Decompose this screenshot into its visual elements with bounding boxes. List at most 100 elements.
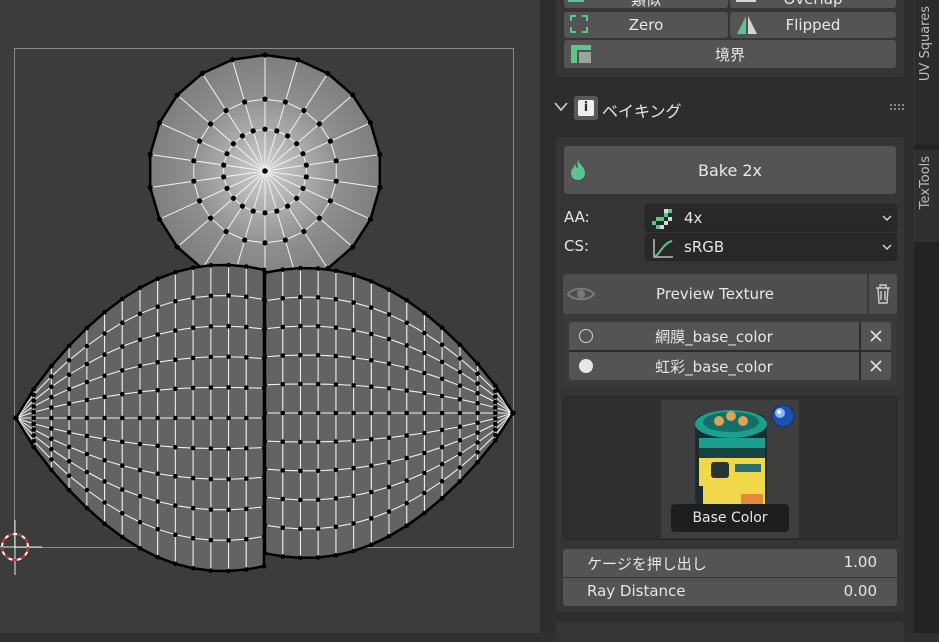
uv-vertex: [493, 427, 498, 432]
2d-cursor-icon[interactable]: [0, 520, 42, 575]
uv-vertex: [422, 470, 427, 476]
cage-extrusion-field[interactable]: ケージを押し出し 1.00: [563, 549, 897, 577]
uv-vertex: [351, 438, 356, 443]
uv-vertex: [208, 293, 214, 299]
zero-button[interactable]: Zero: [564, 12, 728, 38]
uv-face: [264, 383, 284, 414]
uv-vertex: [190, 566, 196, 571]
uv-vertex: [422, 430, 427, 436]
uv-vertex: [208, 476, 214, 482]
info-icon[interactable]: i: [574, 96, 598, 120]
uv-vertex: [280, 353, 286, 358]
uv-face: [228, 417, 247, 450]
uv-face: [228, 356, 247, 389]
remove-texture-button[interactable]: [861, 322, 891, 350]
uv-vertex: [190, 505, 196, 511]
uv-vertex: [315, 324, 321, 329]
next-panel-header[interactable]: [556, 622, 904, 642]
uv-vertex: [191, 158, 197, 164]
sphere-preview-icon[interactable]: [771, 404, 795, 428]
uv-face: [228, 478, 247, 511]
uv-vertex: [295, 57, 301, 63]
uv-face: [335, 467, 355, 499]
uv-vertex: [49, 405, 54, 410]
uv-vertex: [439, 393, 445, 399]
uv-vertex: [457, 451, 463, 457]
flipped-button[interactable]: Flipped: [730, 12, 896, 38]
uv-vertex: [262, 551, 268, 556]
texture-name: 網膜_base_color: [655, 328, 773, 346]
uv-vertex: [298, 555, 303, 561]
uv-vertex: [49, 374, 54, 379]
uv-vertex: [303, 162, 309, 168]
uv-vertex: [244, 415, 249, 421]
bake-button[interactable]: Bake 2x: [564, 146, 896, 194]
uv-face: [192, 447, 212, 480]
uv-face: [245, 296, 265, 330]
uv-vertex: [333, 467, 339, 473]
uv-face: [370, 437, 390, 467]
uv-vertex: [208, 215, 214, 221]
uv-face: [192, 417, 212, 450]
uv-vertex: [369, 463, 374, 469]
uv-face: [245, 535, 265, 571]
uv-vertex: [84, 433, 90, 439]
uv-vertex: [315, 526, 321, 531]
uv-face: [104, 417, 123, 443]
uv-vertex: [226, 476, 231, 482]
uv-face: [174, 504, 194, 539]
uv-vertex: [226, 568, 231, 574]
ray-distance-label: Ray Distance: [587, 582, 686, 600]
uv-vertex: [208, 568, 214, 573]
uv-face: [192, 325, 212, 359]
uv-face: [228, 295, 247, 328]
tab-uv-squares[interactable]: UV Squares: [914, 0, 939, 145]
uv-editor-viewport[interactable]: [0, 0, 540, 633]
uv-vertex: [84, 325, 90, 331]
uv-face: [317, 267, 337, 300]
uv-vertex: [208, 415, 214, 421]
uv-face: [335, 495, 355, 528]
uv-vertex: [439, 478, 445, 484]
boundary-label: 境界: [714, 45, 745, 64]
uv-vertex: [493, 388, 498, 394]
uv-vertex: [244, 385, 249, 391]
similar-button[interactable]: 類似: [564, 0, 728, 8]
tab-textools[interactable]: TexTools: [914, 150, 939, 242]
overlap-button[interactable]: Overlap: [730, 0, 896, 8]
uv-vertex: [493, 394, 498, 399]
texture-row[interactable]: 虹彩_base_color: [569, 352, 859, 380]
uv-canvas[interactable]: [0, 0, 540, 633]
base-color-thumbnail[interactable]: Base Color: [661, 400, 799, 538]
uv-islands[interactable]: [13, 52, 516, 574]
uv-vertex: [262, 382, 268, 388]
uv-face: [192, 386, 212, 419]
drag-handle-icon[interactable]: [890, 104, 906, 112]
texture-row[interactable]: 網膜_base_color: [569, 322, 859, 350]
preview-texture-block: Preview Texture 網膜_base_color 虹彩_base_co…: [563, 274, 897, 386]
uv-face: [210, 264, 230, 297]
uv-vertex: [137, 519, 143, 525]
uv-vertex: [351, 272, 356, 278]
uv-face: [157, 445, 176, 477]
aa-dropdown[interactable]: 4x: [645, 204, 897, 232]
uv-vertex: [224, 185, 230, 191]
remove-texture-button[interactable]: [861, 352, 891, 380]
uv-vertex: [49, 467, 54, 473]
ray-distance-field[interactable]: Ray Distance 0.00: [563, 578, 897, 606]
collapse-chevron-icon[interactable]: [554, 102, 568, 112]
boundary-button[interactable]: 境界: [564, 40, 896, 68]
bake-panel-header[interactable]: i ベイキング: [546, 90, 910, 126]
uv-vertex: [120, 511, 125, 516]
texture-name: 虹彩_base_color: [655, 358, 773, 376]
uv-vertex: [66, 386, 72, 392]
uv-vertex: [298, 323, 303, 329]
uv-face: [299, 267, 319, 298]
uv-vertex: [224, 151, 230, 157]
delete-button[interactable]: [869, 274, 897, 314]
aa-value: 4x: [684, 209, 703, 227]
preview-texture-button[interactable]: Preview Texture: [563, 274, 867, 314]
uv-vertex: [439, 342, 445, 348]
cs-dropdown[interactable]: sRGB: [645, 233, 897, 261]
uv-face: [210, 295, 230, 327]
